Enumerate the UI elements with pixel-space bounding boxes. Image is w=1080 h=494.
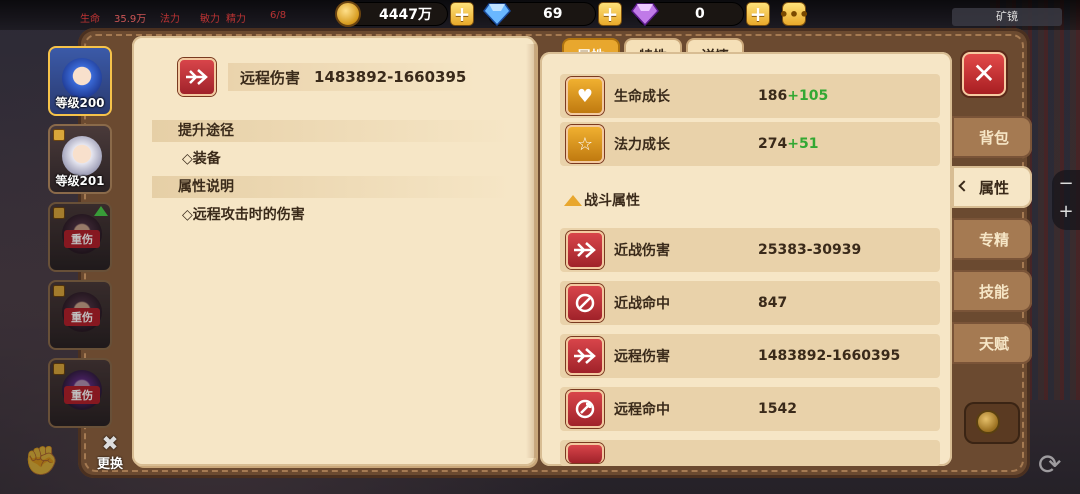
star-growth-icon: ☆ <box>566 125 604 163</box>
attr-row-hp-growth[interactable]: ♥ 生命成长 186 +105 <box>560 74 940 118</box>
hero-portrait-icon <box>62 136 102 176</box>
gold-coin-icon <box>335 1 361 27</box>
combat-heading-label: 战斗属性 <box>584 193 640 209</box>
partial-stat-icon <box>566 443 604 463</box>
hero-slot-5[interactable]: 重伤 <box>48 358 112 428</box>
attribute-list-page: ♥ 生命成长 186 +105 ☆ 法力成长 274 +51 战斗属性 近战伤害… <box>540 52 952 466</box>
hero-level: 等级200 <box>55 96 105 110</box>
attr-value: 25383-30939 <box>758 242 862 258</box>
upgrade-arrow-icon <box>94 206 108 216</box>
lock-icon <box>53 363 65 375</box>
injury-badge: 重伤 <box>64 308 100 326</box>
zoom-control[interactable]: − + <box>1052 170 1080 230</box>
attr-row-ranged-damage[interactable]: 远程伤害 1483892-1660395 <box>560 334 940 378</box>
close-button[interactable]: ✕ <box>962 52 1006 96</box>
combat-section-heading: 战斗属性 <box>564 190 640 210</box>
section-item-description: ◇远程攻击时的伤害 <box>182 207 305 223</box>
purple-diamond-icon <box>631 3 659 26</box>
lock-icon <box>53 207 65 219</box>
hero-level: 等级201 <box>55 174 105 188</box>
blue-gem-value: 69 <box>543 6 563 22</box>
attr-row-melee-hit[interactable]: 近战命中 847 <box>560 281 940 325</box>
attr-name: 生命成长 <box>614 89 670 105</box>
add-purple-gem-button[interactable]: + <box>746 2 770 26</box>
side-tab-mastery[interactable]: 专精 <box>952 218 1032 260</box>
add-gold-button[interactable]: + <box>450 2 474 26</box>
attribute-detail-page: 远程伤害 1483892-1660395 提升途径 ◇装备 属性说明 ◇远程攻击… <box>132 36 536 466</box>
attr-bonus: +105 <box>787 88 829 104</box>
blue-diamond-icon <box>483 3 511 26</box>
attr-value: 1483892-1660395 <box>758 348 901 364</box>
blue-gem-counter: 69 <box>483 2 596 26</box>
top-resource-bar: 生命 35.9万 法力 敏力 精力 6/8 4447万 + 69 + 0 + •… <box>0 0 1080 30</box>
section-heading-upgrade: 提升途径 <box>152 120 512 142</box>
mini-stat-energy-value: 6/8 <box>270 10 287 21</box>
hero-slot-1[interactable]: 等级200 <box>48 46 112 116</box>
ranged-hit-icon <box>566 390 604 428</box>
hero-portrait-icon <box>62 58 102 98</box>
attr-bonus: +51 <box>787 136 819 152</box>
side-tab-backpack[interactable]: 背包 <box>952 116 1032 158</box>
hero-slot-3[interactable]: 重伤 <box>48 202 112 272</box>
warning-triangle-icon <box>564 194 582 206</box>
side-tab-talents[interactable]: 天赋 <box>952 322 1032 364</box>
hero-slot-4[interactable]: 重伤 <box>48 280 112 350</box>
add-blue-gem-button[interactable]: + <box>598 2 622 26</box>
zoom-out-button[interactable]: − <box>1052 170 1080 198</box>
clasp-knob-icon <box>976 410 1000 434</box>
mine-label: 矿镜 <box>952 8 1062 26</box>
mini-stat-mp-label: 法力 <box>160 14 180 25</box>
purple-gem-counter: 0 <box>631 2 744 26</box>
heart-growth-icon: ♥ <box>566 77 604 115</box>
side-tab-attributes[interactable]: 属性 <box>952 166 1032 208</box>
mini-stat-hp-label: 生命 <box>80 14 100 25</box>
lock-icon <box>53 285 65 297</box>
gold-counter: 4447万 <box>335 1 448 27</box>
gold-value: 4447万 <box>379 7 432 23</box>
section-heading-description: 属性说明 <box>152 176 512 198</box>
side-tab-skills[interactable]: 技能 <box>952 270 1032 312</box>
section-item-upgrade: ◇装备 <box>182 151 221 167</box>
injury-badge: 重伤 <box>64 230 100 248</box>
ranged-damage-icon <box>566 337 604 375</box>
attr-name: 远程伤害 <box>614 349 670 365</box>
swap-hero-button[interactable]: ✖ 更换 <box>92 432 128 472</box>
detail-title: 远程伤害 1483892-1660395 <box>228 63 479 91</box>
detail-title-name: 远程伤害 <box>240 68 301 87</box>
ranged-attack-icon <box>178 58 216 96</box>
mini-stat-energy-label: 精力 <box>226 14 246 25</box>
attr-name: 远程命中 <box>614 402 670 418</box>
mini-stat-agility-label: 敏力 <box>200 14 220 25</box>
attr-value: 186 <box>758 88 788 104</box>
attr-row-mp-growth[interactable]: ☆ 法力成长 274 +51 <box>560 122 940 166</box>
attr-name: 法力成长 <box>614 137 670 153</box>
melee-damage-icon <box>566 231 604 269</box>
attr-row-ranged-hit[interactable]: 远程命中 1542 <box>560 387 940 431</box>
attr-row-melee-damage[interactable]: 近战伤害 25383-30939 <box>560 228 940 272</box>
refresh-icon[interactable]: ⟳ <box>1038 448 1061 481</box>
attr-value: 847 <box>758 295 788 311</box>
hero-slot-2[interactable]: 等级201 <box>48 124 112 194</box>
attr-value: 274 <box>758 136 788 152</box>
detail-title-value: 1483892-1660395 <box>314 68 467 86</box>
attr-row-partial <box>560 440 940 466</box>
zoom-in-button[interactable]: + <box>1052 198 1080 226</box>
melee-hit-icon <box>566 284 604 322</box>
more-button[interactable]: ••• <box>779 2 809 26</box>
fist-icon[interactable]: ✊ <box>24 444 59 477</box>
attr-name: 近战命中 <box>614 296 670 312</box>
mini-stat-hp-value: 35.9万 <box>114 14 147 25</box>
injury-badge: 重伤 <box>64 386 100 404</box>
purple-gem-value: 0 <box>695 6 705 22</box>
attr-value: 1542 <box>758 401 797 417</box>
book-clasp <box>964 402 1020 444</box>
attr-name: 近战伤害 <box>614 243 670 259</box>
swap-label: 更换 <box>96 457 123 472</box>
lock-icon <box>53 129 65 141</box>
swap-icon: ✖ <box>101 431 119 455</box>
detail-header: 远程伤害 1483892-1660395 <box>178 58 479 96</box>
